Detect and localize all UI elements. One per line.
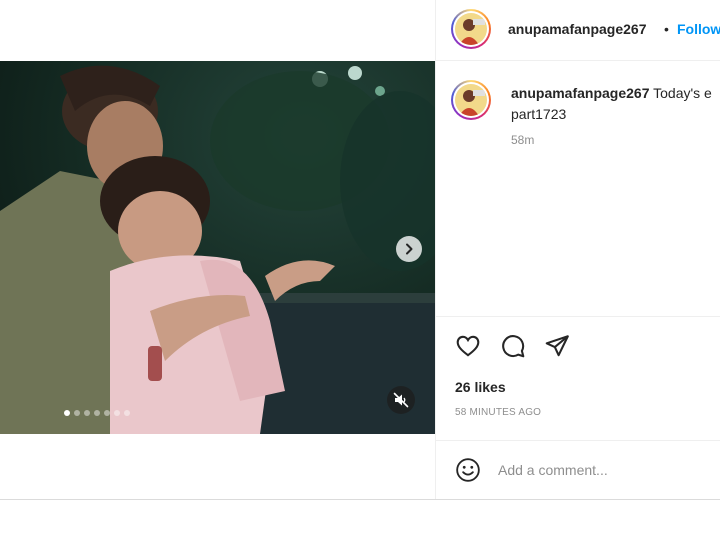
post-header: anupamafanpage267 • Follow [436,0,720,61]
caption-username[interactable]: anupamafanpage267 [511,85,650,101]
mute-toggle-button[interactable] [387,386,415,414]
video-frame [0,61,435,434]
caption-time: 58m [511,133,535,147]
share-button[interactable] [543,332,571,360]
comment-button[interactable] [499,332,527,360]
post-timestamp: 58 MINUTES AGO [455,407,542,418]
smiley-icon [456,458,480,482]
avatar-image [455,84,487,116]
carousel-dot [64,410,70,416]
comment-icon [502,335,525,358]
avatar-image [455,13,487,45]
heart-icon [456,335,480,357]
post-video[interactable] [0,61,435,434]
chevron-right-icon [406,243,413,255]
post-details-panel: anupamafanpage267 • Follow anupamafanpag… [435,0,720,500]
actions-divider [436,316,720,318]
carousel-indicator [64,410,130,416]
emoji-button[interactable] [455,457,481,483]
like-button[interactable] [454,332,482,360]
carousel-dot [114,410,120,416]
avatar[interactable] [451,9,491,49]
post-author-username[interactable]: anupamafanpage267 [508,21,647,37]
carousel-dot [104,410,110,416]
follow-button[interactable]: Follow [677,21,720,37]
comment-input[interactable] [498,458,698,482]
bottom-divider [0,499,720,500]
caption-hashtag: part1723 [511,106,567,122]
media-container [0,0,435,500]
muted-speaker-icon [393,392,409,408]
caption-text: Today's e [653,85,712,101]
carousel-dot [74,410,80,416]
separator-dot: • [664,21,669,37]
carousel-dot [84,410,90,416]
carousel-dot [124,410,130,416]
carousel-dot [94,410,100,416]
caption-text-line: anupamafanpage267 Today's e [511,85,720,101]
likes-count[interactable]: 26 likes [455,379,506,395]
paper-plane-icon [545,335,569,357]
avatar[interactable] [451,80,491,120]
carousel-next-button[interactable] [396,236,422,262]
